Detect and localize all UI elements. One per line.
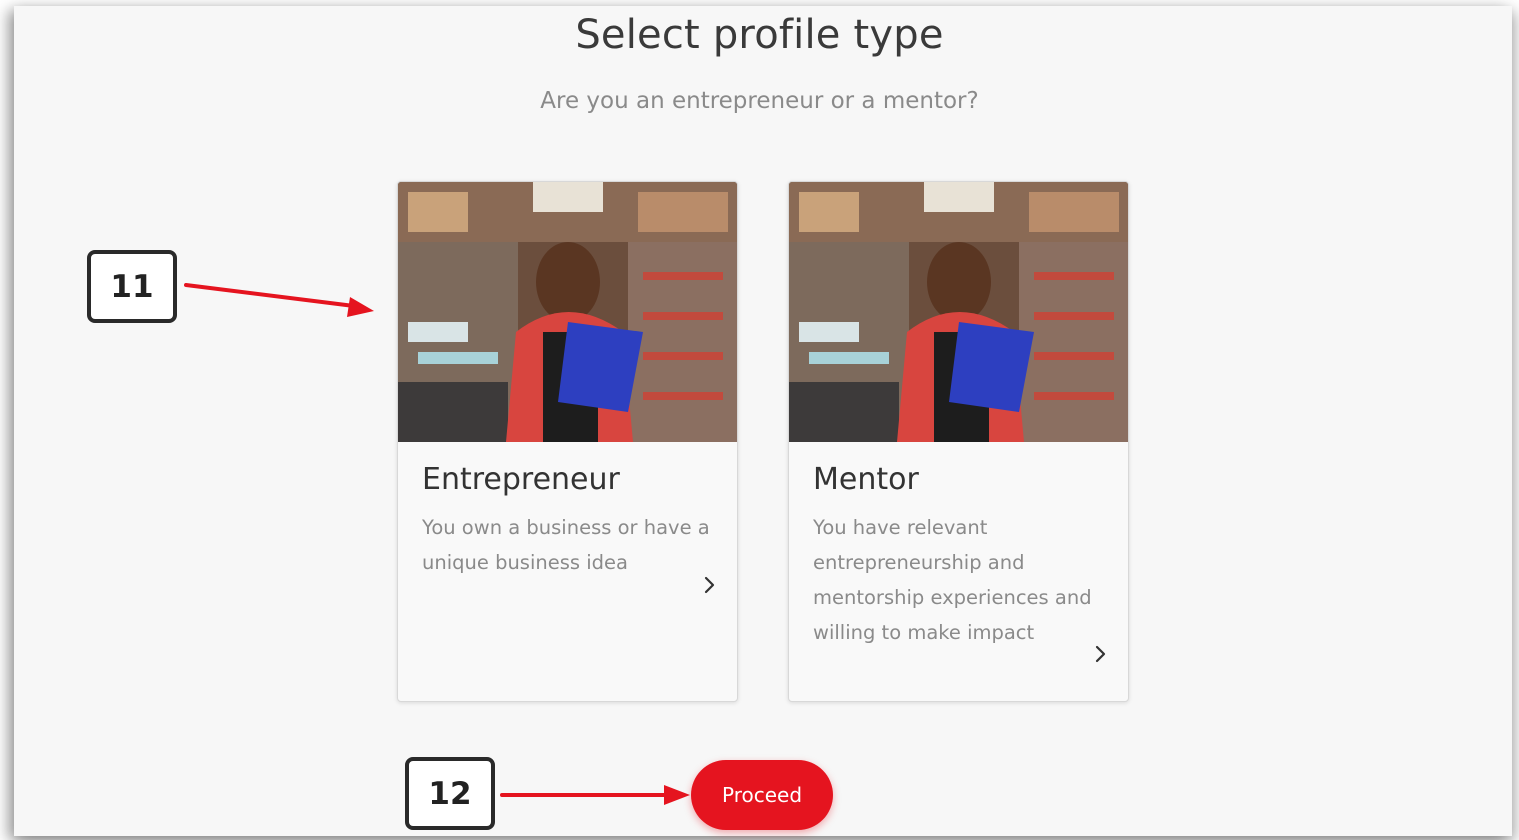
card-description: You own a business or have a unique busi… (422, 516, 710, 574)
profile-card-mentor[interactable]: Mentor You have relevant entrepreneurshi… (788, 181, 1129, 702)
page-frame (14, 6, 1512, 836)
mentor-photo (789, 182, 1128, 442)
annotation-callout-12: 12 (405, 757, 495, 830)
entrepreneur-photo (398, 182, 737, 442)
proceed-button[interactable]: Proceed (691, 760, 833, 830)
page-title: Select profile type (575, 12, 944, 58)
annotation-callout-11: 11 (87, 250, 177, 323)
chevron-right-icon[interactable] (699, 575, 719, 595)
card-description: You have relevant entrepreneurship and m… (813, 516, 1092, 644)
chevron-right-icon[interactable] (1090, 644, 1110, 664)
card-title: Entrepreneur (422, 462, 620, 497)
annotation-arrow-icon (500, 785, 690, 805)
page-subtitle: Are you an entrepreneur or a mentor? (540, 88, 979, 114)
card-title: Mentor (813, 462, 919, 497)
annotation-arrow-icon (184, 283, 374, 317)
profile-card-entrepreneur[interactable]: Entrepreneur You own a business or have … (397, 181, 738, 702)
